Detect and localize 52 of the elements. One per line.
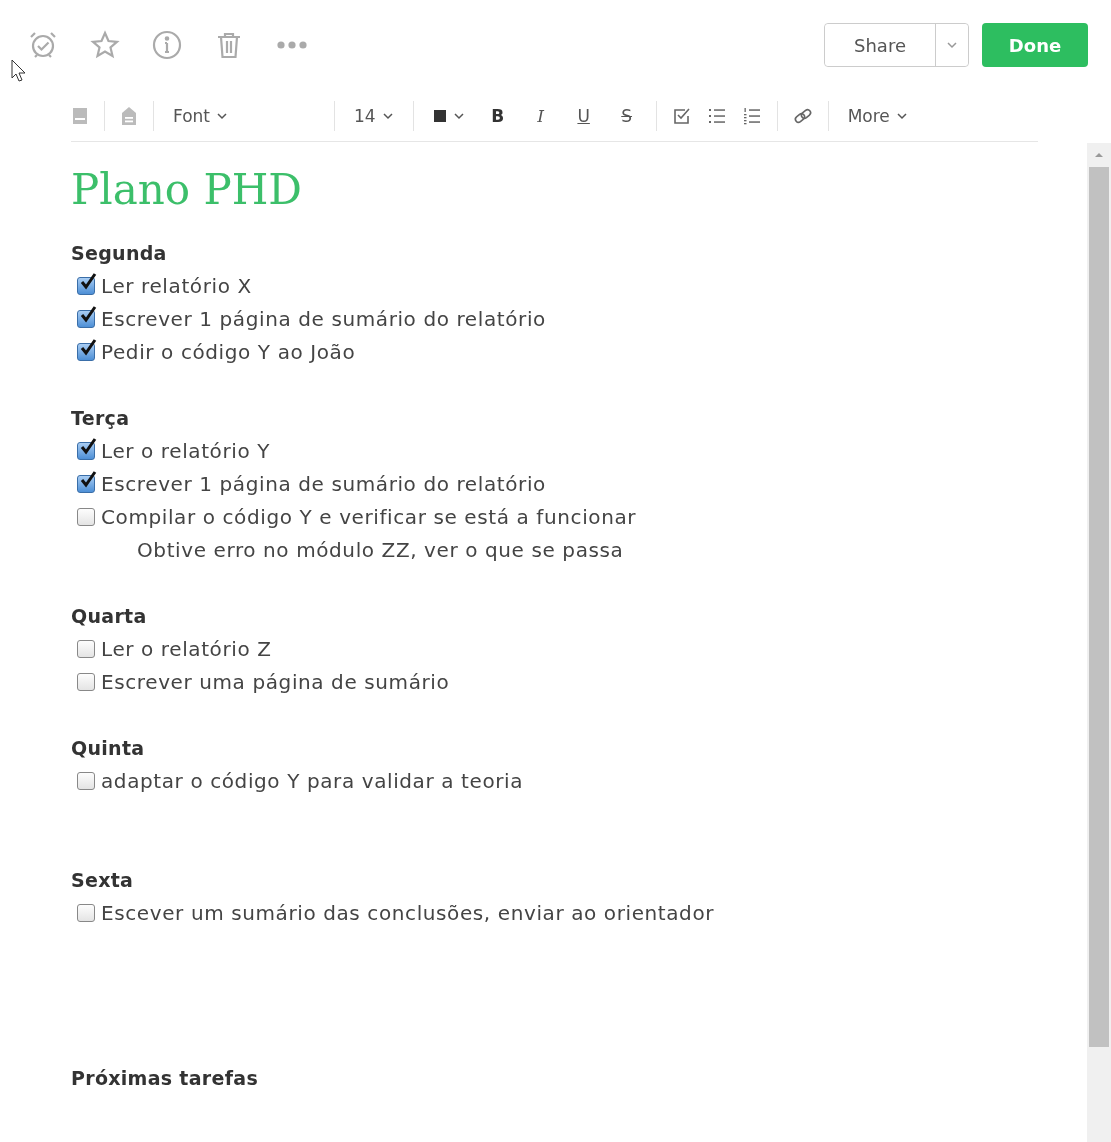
task-text: Compilar o código Y e verificar se está a funcionar (101, 504, 637, 529)
caret-icon (216, 111, 228, 120)
format-button[interactable]: S (612, 105, 641, 126)
format-button[interactable]: B (483, 105, 512, 126)
checkbox[interactable] (77, 441, 95, 460)
section-heading: Quarta (71, 603, 148, 629)
checkbox[interactable] (77, 771, 95, 790)
task-text: Ler o relatório Z (101, 636, 272, 661)
caret-icon (452, 111, 465, 120)
checkbox[interactable] (77, 507, 95, 526)
checkbox[interactable] (77, 672, 95, 691)
task-text: Pedir o código Y ao João (101, 339, 356, 364)
more-dropdown[interactable]: More (843, 105, 912, 126)
mouse-pointer-icon (11, 59, 27, 83)
task-text: adaptar o código Y para validar a teoria (101, 768, 524, 793)
checkbox[interactable] (77, 639, 95, 658)
task-text: Escever um sumário das conclusões, enviar ao orientador (101, 900, 715, 925)
checkbox[interactable] (77, 276, 95, 295)
task-text: Escrever uma página de sumário (101, 669, 450, 694)
checkbox[interactable] (77, 903, 95, 922)
note-title: Plano PHD (71, 164, 303, 216)
info-icon[interactable] (152, 30, 182, 60)
section-heading: Próximas tarefas (71, 1065, 260, 1091)
font-size-dropdown[interactable]: 14 (350, 105, 398, 126)
section-heading: Segunda (71, 240, 168, 266)
section-heading: Terça (71, 405, 131, 431)
scrollbar-thumb[interactable] (1089, 167, 1109, 1047)
format-button[interactable]: I (526, 105, 555, 126)
scroll-up-arrow-icon[interactable] (1094, 151, 1104, 159)
task-text: Ler relatório X (101, 273, 252, 298)
alarm-clock-icon[interactable] (28, 30, 58, 60)
task-text: Ler o relatório Y (101, 438, 271, 463)
notebook-icon[interactable] (71, 105, 89, 126)
star-icon[interactable] (90, 30, 120, 60)
tag-icon[interactable] (120, 105, 138, 126)
caret-icon (946, 41, 958, 49)
section-heading: Quinta (71, 735, 146, 761)
checkbox[interactable] (77, 474, 95, 493)
task-text: Escrever 1 página de sumário do relatório (101, 306, 546, 331)
numbered-list-icon[interactable] (741, 105, 762, 126)
checkbox[interactable] (77, 309, 95, 328)
color-swatch-icon (432, 108, 447, 123)
format-button[interactable]: U (569, 105, 598, 126)
note-text: Obtive erro no módulo ZZ, ver o que se passa (136, 536, 625, 564)
scrollbar[interactable] (1087, 143, 1111, 1142)
task-text: Escrever 1 página de sumário do relatório (101, 471, 546, 496)
caret-icon (895, 111, 908, 120)
font-dropdown[interactable]: Font (169, 105, 319, 126)
checkbox[interactable] (77, 342, 95, 361)
caret-icon (381, 111, 394, 120)
more-icon[interactable] (276, 40, 308, 50)
section-heading: Sexta (71, 867, 135, 893)
